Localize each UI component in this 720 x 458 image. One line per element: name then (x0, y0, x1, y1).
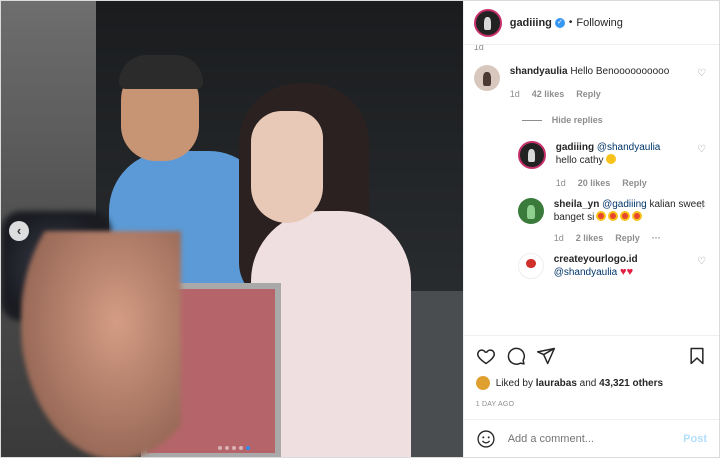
save-bookmark-icon[interactable] (687, 346, 707, 366)
post-header: gadiiing ✓ • Following (463, 1, 719, 45)
liked-by-prefix: Liked by (495, 377, 533, 389)
smile-emoji-icon (605, 154, 616, 164)
post-photo[interactable]: ‹ (1, 1, 463, 457)
star-struck-emoji-icon (620, 211, 631, 221)
reply-mention[interactable]: @gadiiing (602, 199, 647, 210)
previous-comment-time: 1d (473, 45, 484, 52)
carousel-dots (218, 446, 250, 450)
reply-mention[interactable]: @shandyaulia (554, 267, 618, 278)
comment-username[interactable]: shandyaulia (510, 66, 568, 77)
header-separator: • (568, 17, 573, 28)
carousel-prev-button[interactable]: ‹ (9, 221, 29, 241)
hide-replies-label: Hide replies (551, 115, 603, 125)
reply-text: hello cathy (555, 155, 604, 166)
comment-likes[interactable]: 42 likes (532, 88, 565, 101)
more-options-icon[interactable]: ··· (652, 232, 661, 245)
commenter-avatar[interactable] (473, 65, 500, 91)
comment-time[interactable]: 1d (510, 88, 520, 101)
reply-username[interactable]: createyourlogo.id (554, 254, 638, 265)
reply-item: createyourlogo.id @shandyaulia ♥♥ ♡ (517, 253, 709, 279)
like-reply-heart-icon[interactable]: ♡ (697, 257, 707, 267)
likes-count[interactable]: 43,321 others (599, 378, 663, 389)
reply-button[interactable]: Reply (576, 88, 601, 101)
like-heart-icon[interactable] (476, 346, 496, 366)
comment-bubble-icon[interactable] (506, 346, 526, 366)
star-struck-emoji-icon (632, 211, 643, 221)
reply-username[interactable]: sheila_yn (554, 199, 600, 210)
add-comment-bar: Post (463, 419, 719, 457)
liker-avatar[interactable] (475, 376, 490, 390)
hide-replies-toggle[interactable]: Hide replies (521, 115, 709, 125)
photo-man-hair (119, 55, 203, 89)
post-date[interactable]: 1 DAY AGO (464, 391, 719, 419)
like-reply-heart-icon[interactable]: ♡ (697, 202, 707, 212)
post-sidebar: gadiiing ✓ • Following 1d shandyaulia He… (462, 1, 719, 457)
carousel-dot (232, 446, 236, 450)
liker-username[interactable]: laurabas (536, 378, 577, 389)
carousel-dot (225, 446, 229, 450)
emoji-picker-icon[interactable] (476, 429, 496, 449)
reply-button[interactable]: Reply (615, 232, 640, 245)
reply-time[interactable]: 1d (556, 177, 566, 190)
verified-badge-icon: ✓ (554, 17, 565, 28)
reply-likes[interactable]: 2 likes (576, 232, 604, 245)
likes-summary: Liked by laurabas and 43,321 others (464, 375, 719, 391)
star-struck-emoji-icon (608, 211, 619, 221)
reply-button[interactable]: Reply (622, 177, 647, 190)
reply-mention[interactable]: @shandyaulia (597, 142, 661, 153)
star-struck-emoji-icon (596, 211, 607, 221)
replier-avatar[interactable] (517, 198, 544, 224)
red-heart-emoji-icon: ♥ (626, 266, 634, 278)
replier-avatar[interactable] (517, 141, 546, 169)
comment-meta: 1d 42 likes Reply (510, 88, 709, 101)
carousel-dot (239, 446, 243, 450)
comment-text: Hello Benoooooooooo (570, 66, 670, 77)
reply-item: sheila_yn @gadiiing kalian sweet banget … (517, 198, 709, 245)
reply-likes[interactable]: 20 likes (578, 177, 611, 190)
author-avatar[interactable] (473, 8, 502, 37)
following-button[interactable]: Following (576, 17, 622, 29)
carousel-dot (218, 446, 222, 450)
reply-item: gadiiing @shandyaulia hello cathy 1d 20 … (517, 141, 709, 190)
like-comment-heart-icon[interactable]: ♡ (697, 69, 707, 79)
carousel-dot-active (246, 446, 250, 450)
post-comment-button[interactable]: Post (683, 433, 707, 445)
reply-time[interactable]: 1d (554, 232, 564, 245)
replier-avatar[interactable] (517, 253, 544, 279)
add-comment-input[interactable] (507, 432, 684, 445)
replies-divider (521, 119, 542, 121)
reply-meta: 1d 20 likes Reply (556, 177, 709, 190)
photo-equipment-case (411, 291, 463, 457)
like-reply-heart-icon[interactable]: ♡ (697, 145, 707, 155)
comments-list[interactable]: 1d shandyaulia Hello Benoooooooooo 1d 42… (464, 45, 719, 335)
author-username[interactable]: gadiiing (510, 17, 552, 29)
comment-item: shandyaulia Hello Benoooooooooo 1d 42 li… (473, 65, 709, 101)
instagram-post: ‹ gadiiing ✓ • Following 1d shandyaulia … (0, 0, 720, 458)
post-actions (463, 335, 719, 375)
reply-meta: 1d 2 likes Reply ··· (554, 232, 709, 245)
share-send-icon[interactable] (536, 346, 556, 366)
liked-by-middle: and (579, 377, 597, 389)
photo-woman-face (251, 111, 323, 223)
photo-hand-blur (21, 231, 181, 457)
reply-username[interactable]: gadiiing (556, 142, 594, 153)
